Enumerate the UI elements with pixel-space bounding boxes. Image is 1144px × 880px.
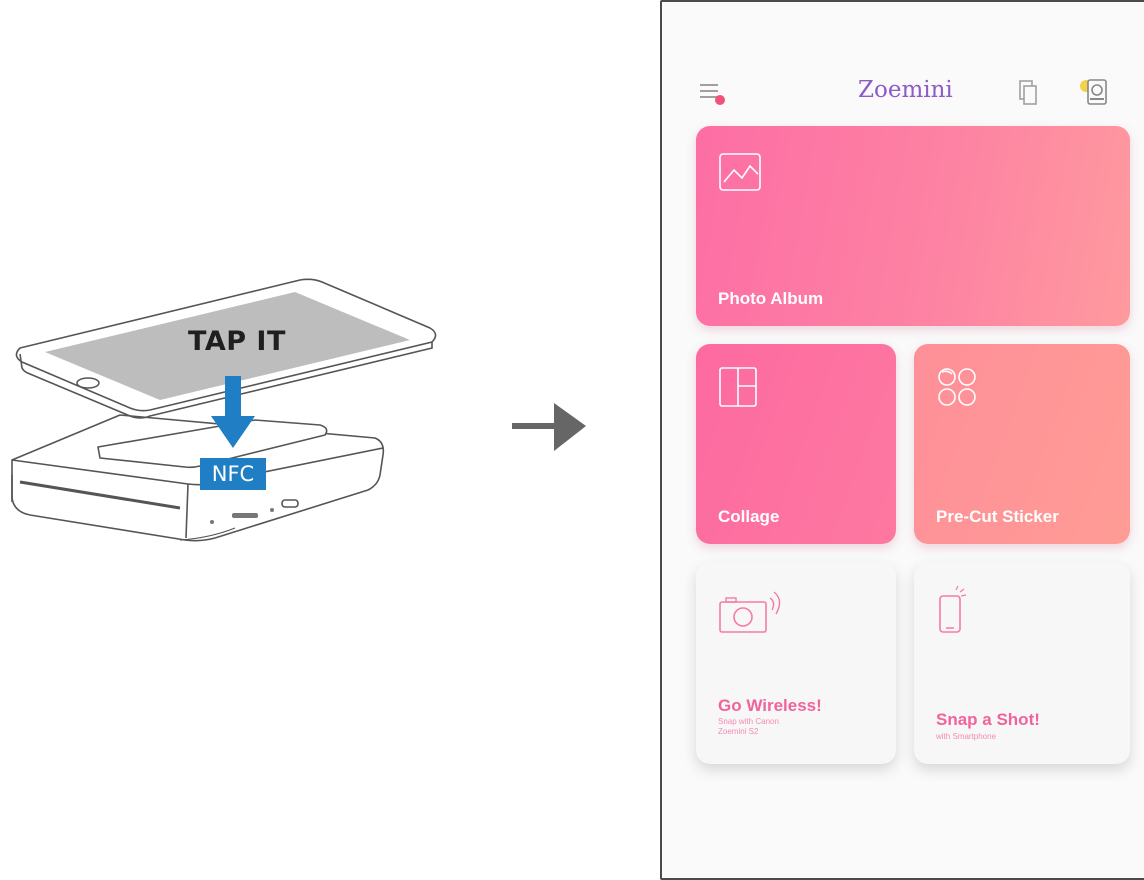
copies-icon[interactable]: [1016, 78, 1042, 108]
smartphone-icon: [939, 585, 967, 633]
top-bar: Zoemini: [662, 2, 1144, 112]
snap-a-shot-label: Snap a Shot!: [936, 710, 1040, 729]
nfc-tap-illustration: [11, 278, 437, 542]
menu-notification-icon[interactable]: [698, 78, 728, 108]
pre-cut-sticker-label: Pre-Cut Sticker: [936, 507, 1059, 526]
wireless-camera-icon: [719, 591, 781, 633]
pre-cut-sticker-card[interactable]: Pre-Cut Sticker: [914, 344, 1130, 544]
printer-status-icon[interactable]: [1078, 76, 1112, 108]
app-title: Zoemini: [858, 77, 953, 103]
snap-a-shot-sub: with Smartphone: [936, 732, 997, 741]
printer-body: [11, 414, 385, 542]
go-wireless-sub-line1: Snap with Canon: [718, 717, 779, 726]
flow-arrow-icon: [512, 403, 586, 451]
go-wireless-label: Go Wireless!: [718, 696, 822, 715]
collage-card[interactable]: Collage: [696, 344, 896, 544]
tap-it-label: TAP IT: [188, 326, 286, 357]
snap-a-shot-card[interactable]: Snap a Shot! with Smartphone: [914, 562, 1130, 764]
photo-album-label: Photo Album: [718, 289, 824, 308]
nfc-badge: NFC: [200, 458, 266, 490]
image-icon: [719, 153, 761, 191]
collage-label: Collage: [718, 507, 780, 526]
collage-layout-icon: [719, 367, 757, 407]
go-wireless-card[interactable]: Go Wireless! Snap with Canon Zoemini S2: [696, 562, 896, 764]
photo-album-card[interactable]: Photo Album: [696, 126, 1130, 326]
go-wireless-sub-line2: Zoemini S2: [718, 727, 759, 736]
sticker-circles-icon: [938, 368, 976, 406]
app-screen: Zoemini Photo Album Collage Pre-Cut Stic…: [660, 0, 1144, 880]
